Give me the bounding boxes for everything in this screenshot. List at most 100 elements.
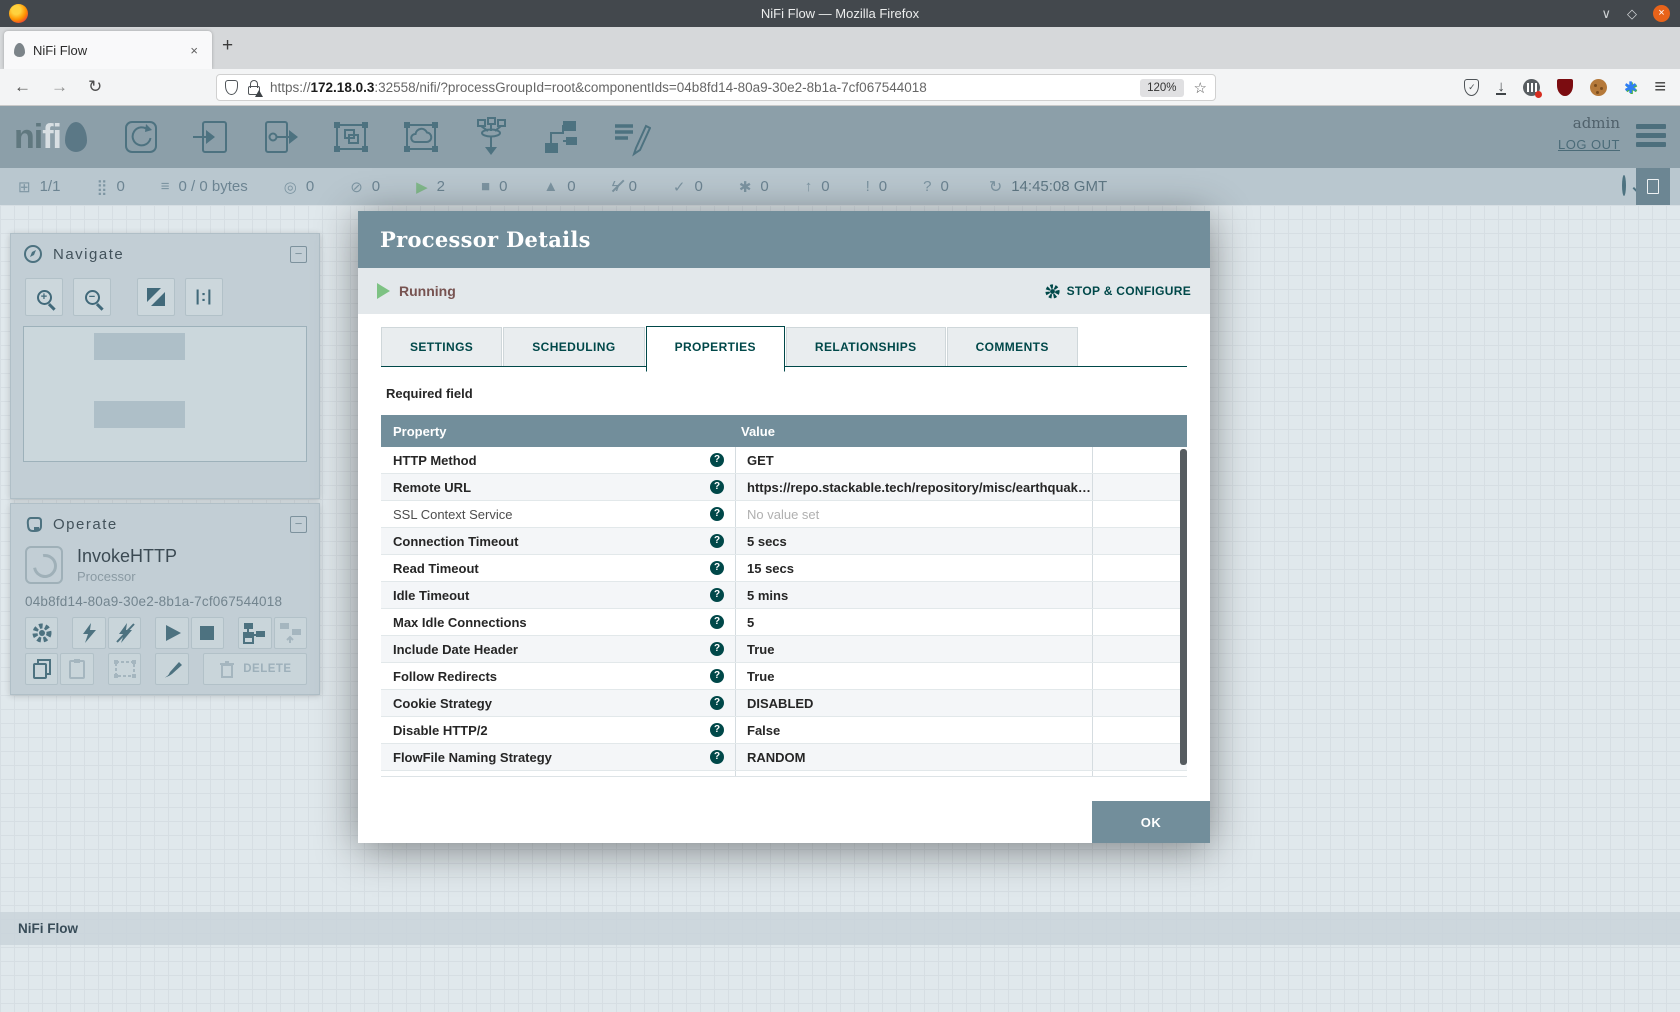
zoom-actual-button[interactable]: |:| bbox=[185, 278, 223, 316]
help-icon[interactable]: ? bbox=[710, 750, 724, 764]
tab-scheduling[interactable]: SCHEDULING bbox=[503, 327, 644, 366]
navigate-panel: Navigate − + − |:| bbox=[10, 233, 320, 499]
upload-template-button[interactable] bbox=[274, 617, 307, 649]
zoom-level-badge[interactable]: 120% bbox=[1140, 79, 1183, 97]
window-shade-icon[interactable]: ∨ bbox=[1601, 6, 1611, 22]
delete-button[interactable]: DELETE bbox=[203, 653, 307, 685]
tab-relationships[interactable]: RELATIONSHIPS bbox=[786, 327, 946, 366]
browser-tab[interactable]: NiFi Flow × bbox=[4, 31, 212, 69]
current-user: admin bbox=[1558, 114, 1620, 132]
paste-button[interactable] bbox=[60, 653, 93, 685]
lock-icon[interactable] bbox=[247, 80, 261, 95]
output-port-icon[interactable] bbox=[261, 117, 301, 157]
help-icon[interactable]: ? bbox=[710, 453, 724, 467]
protections-shield-icon[interactable]: ✓ bbox=[1464, 79, 1479, 96]
breadcrumb-label[interactable]: NiFi Flow bbox=[18, 921, 78, 936]
flow-status-bar: ⊞1/1⣿0≡0 / 0 bytes◎0⊘0▶2■0▲0ϟ0✓0✱0↑0!0?0… bbox=[0, 168, 1680, 205]
forward-button[interactable]: → bbox=[51, 77, 68, 97]
tracking-protection-shield-icon[interactable] bbox=[225, 80, 238, 95]
help-icon[interactable]: ? bbox=[710, 588, 724, 602]
label-icon[interactable] bbox=[611, 117, 651, 157]
new-tab-button[interactable]: + bbox=[222, 35, 233, 57]
help-icon[interactable]: ? bbox=[710, 561, 724, 575]
property-row[interactable]: ? bbox=[381, 771, 1187, 777]
property-row[interactable]: Follow Redirects?True bbox=[381, 663, 1187, 690]
help-icon[interactable]: ? bbox=[710, 696, 724, 710]
stop-button[interactable] bbox=[191, 617, 224, 649]
back-button[interactable]: ← bbox=[14, 77, 31, 97]
property-row[interactable]: Connection Timeout?5 secs bbox=[381, 528, 1187, 555]
process-group-icon[interactable] bbox=[331, 117, 371, 157]
url-text[interactable]: https://172.18.0.3:32558/nifi/?processGr… bbox=[270, 80, 1140, 95]
window-maximize-icon[interactable]: ◇ bbox=[1627, 6, 1637, 22]
collapse-operate-button[interactable]: − bbox=[290, 516, 307, 533]
help-icon[interactable]: ? bbox=[710, 615, 724, 629]
tab-close-icon[interactable]: × bbox=[186, 41, 202, 60]
ok-button[interactable]: OK bbox=[1092, 801, 1210, 843]
delete-label: DELETE bbox=[243, 663, 291, 675]
zoom-out-button[interactable]: − bbox=[73, 278, 111, 316]
collapse-navigate-button[interactable]: − bbox=[290, 246, 307, 263]
processor-icon[interactable] bbox=[121, 117, 161, 157]
template-icon[interactable] bbox=[541, 117, 581, 157]
search-button[interactable] bbox=[1622, 177, 1626, 195]
property-row[interactable]: FlowFile Naming Strategy?RANDOM bbox=[381, 744, 1187, 771]
help-icon[interactable]: ? bbox=[710, 534, 724, 548]
fill-color-button[interactable] bbox=[155, 653, 188, 685]
funnel-icon[interactable] bbox=[471, 117, 511, 157]
extension-containers-icon[interactable] bbox=[1523, 79, 1540, 96]
tab-settings[interactable]: SETTINGS bbox=[381, 327, 502, 366]
logout-link[interactable]: LOG OUT bbox=[1558, 137, 1620, 152]
window-close-icon[interactable]: × bbox=[1653, 5, 1670, 22]
stop-and-configure-button[interactable]: STOP & CONFIGURE bbox=[1044, 283, 1191, 300]
help-icon[interactable]: ? bbox=[710, 669, 724, 683]
property-row[interactable]: Remote URL?https://repo.stackable.tech/r… bbox=[381, 474, 1187, 501]
extension-colorful-icon[interactable]: ✱ bbox=[1624, 78, 1637, 98]
bookmark-star-icon[interactable]: ☆ bbox=[1194, 79, 1207, 97]
cookie-extension-icon[interactable] bbox=[1590, 79, 1607, 96]
property-row[interactable]: Max Idle Connections?5 bbox=[381, 609, 1187, 636]
last-refreshed-time: 14:45:08 GMT bbox=[1011, 178, 1107, 195]
ublock-origin-icon[interactable] bbox=[1557, 79, 1573, 96]
downloads-icon[interactable]: ↓ bbox=[1496, 80, 1506, 95]
zoom-fit-button[interactable] bbox=[137, 278, 175, 316]
property-row[interactable]: HTTP Method?GET bbox=[381, 447, 1187, 474]
tab-properties[interactable]: PROPERTIES bbox=[646, 326, 785, 372]
configure-button[interactable] bbox=[25, 617, 58, 649]
global-menu-icon[interactable] bbox=[1636, 124, 1666, 151]
property-row[interactable]: Include Date Header?True bbox=[381, 636, 1187, 663]
remote-process-group-icon[interactable] bbox=[401, 117, 441, 157]
url-bar[interactable]: https://172.18.0.3:32558/nifi/?processGr… bbox=[216, 74, 1216, 101]
browser-menu-icon[interactable]: ≡ bbox=[1654, 76, 1666, 99]
refresh-icon[interactable]: ↻ bbox=[989, 177, 1002, 197]
help-icon[interactable]: ? bbox=[710, 480, 724, 494]
property-row[interactable]: Cookie Strategy?DISABLED bbox=[381, 690, 1187, 717]
status-count: 0 bbox=[499, 178, 507, 195]
create-template-button[interactable] bbox=[238, 617, 271, 649]
property-name: FlowFile Naming Strategy bbox=[393, 750, 710, 765]
property-row[interactable]: Disable HTTP/2?False bbox=[381, 717, 1187, 744]
table-scrollbar[interactable] bbox=[1180, 449, 1187, 765]
properties-table: Property Value HTTP Method?GETRemote URL… bbox=[381, 415, 1187, 777]
navigate-title: Navigate bbox=[53, 246, 290, 263]
help-icon[interactable]: ? bbox=[710, 507, 724, 521]
help-icon[interactable]: ? bbox=[710, 723, 724, 737]
breadcrumb: NiFi Flow bbox=[0, 912, 1680, 945]
enable-button[interactable] bbox=[72, 617, 105, 649]
tab-comments[interactable]: COMMENTS bbox=[947, 327, 1078, 366]
input-port-icon[interactable] bbox=[191, 117, 231, 157]
zoom-in-button[interactable]: + bbox=[25, 278, 63, 316]
start-button[interactable] bbox=[155, 617, 188, 649]
birdseye-map[interactable] bbox=[23, 326, 307, 462]
copy-button[interactable] bbox=[25, 653, 58, 685]
reload-button[interactable]: ↻ bbox=[88, 77, 102, 97]
disable-button[interactable] bbox=[108, 617, 141, 649]
help-icon[interactable]: ? bbox=[710, 642, 724, 656]
property-name: Idle Timeout bbox=[393, 588, 710, 603]
property-actions-cell bbox=[1092, 474, 1187, 500]
property-row[interactable]: Idle Timeout?5 mins bbox=[381, 582, 1187, 609]
property-row[interactable]: Read Timeout?15 secs bbox=[381, 555, 1187, 582]
group-button[interactable] bbox=[108, 653, 141, 685]
bulletin-panel-button[interactable] bbox=[1636, 168, 1670, 205]
property-row[interactable]: SSL Context Service?No value set bbox=[381, 501, 1187, 528]
